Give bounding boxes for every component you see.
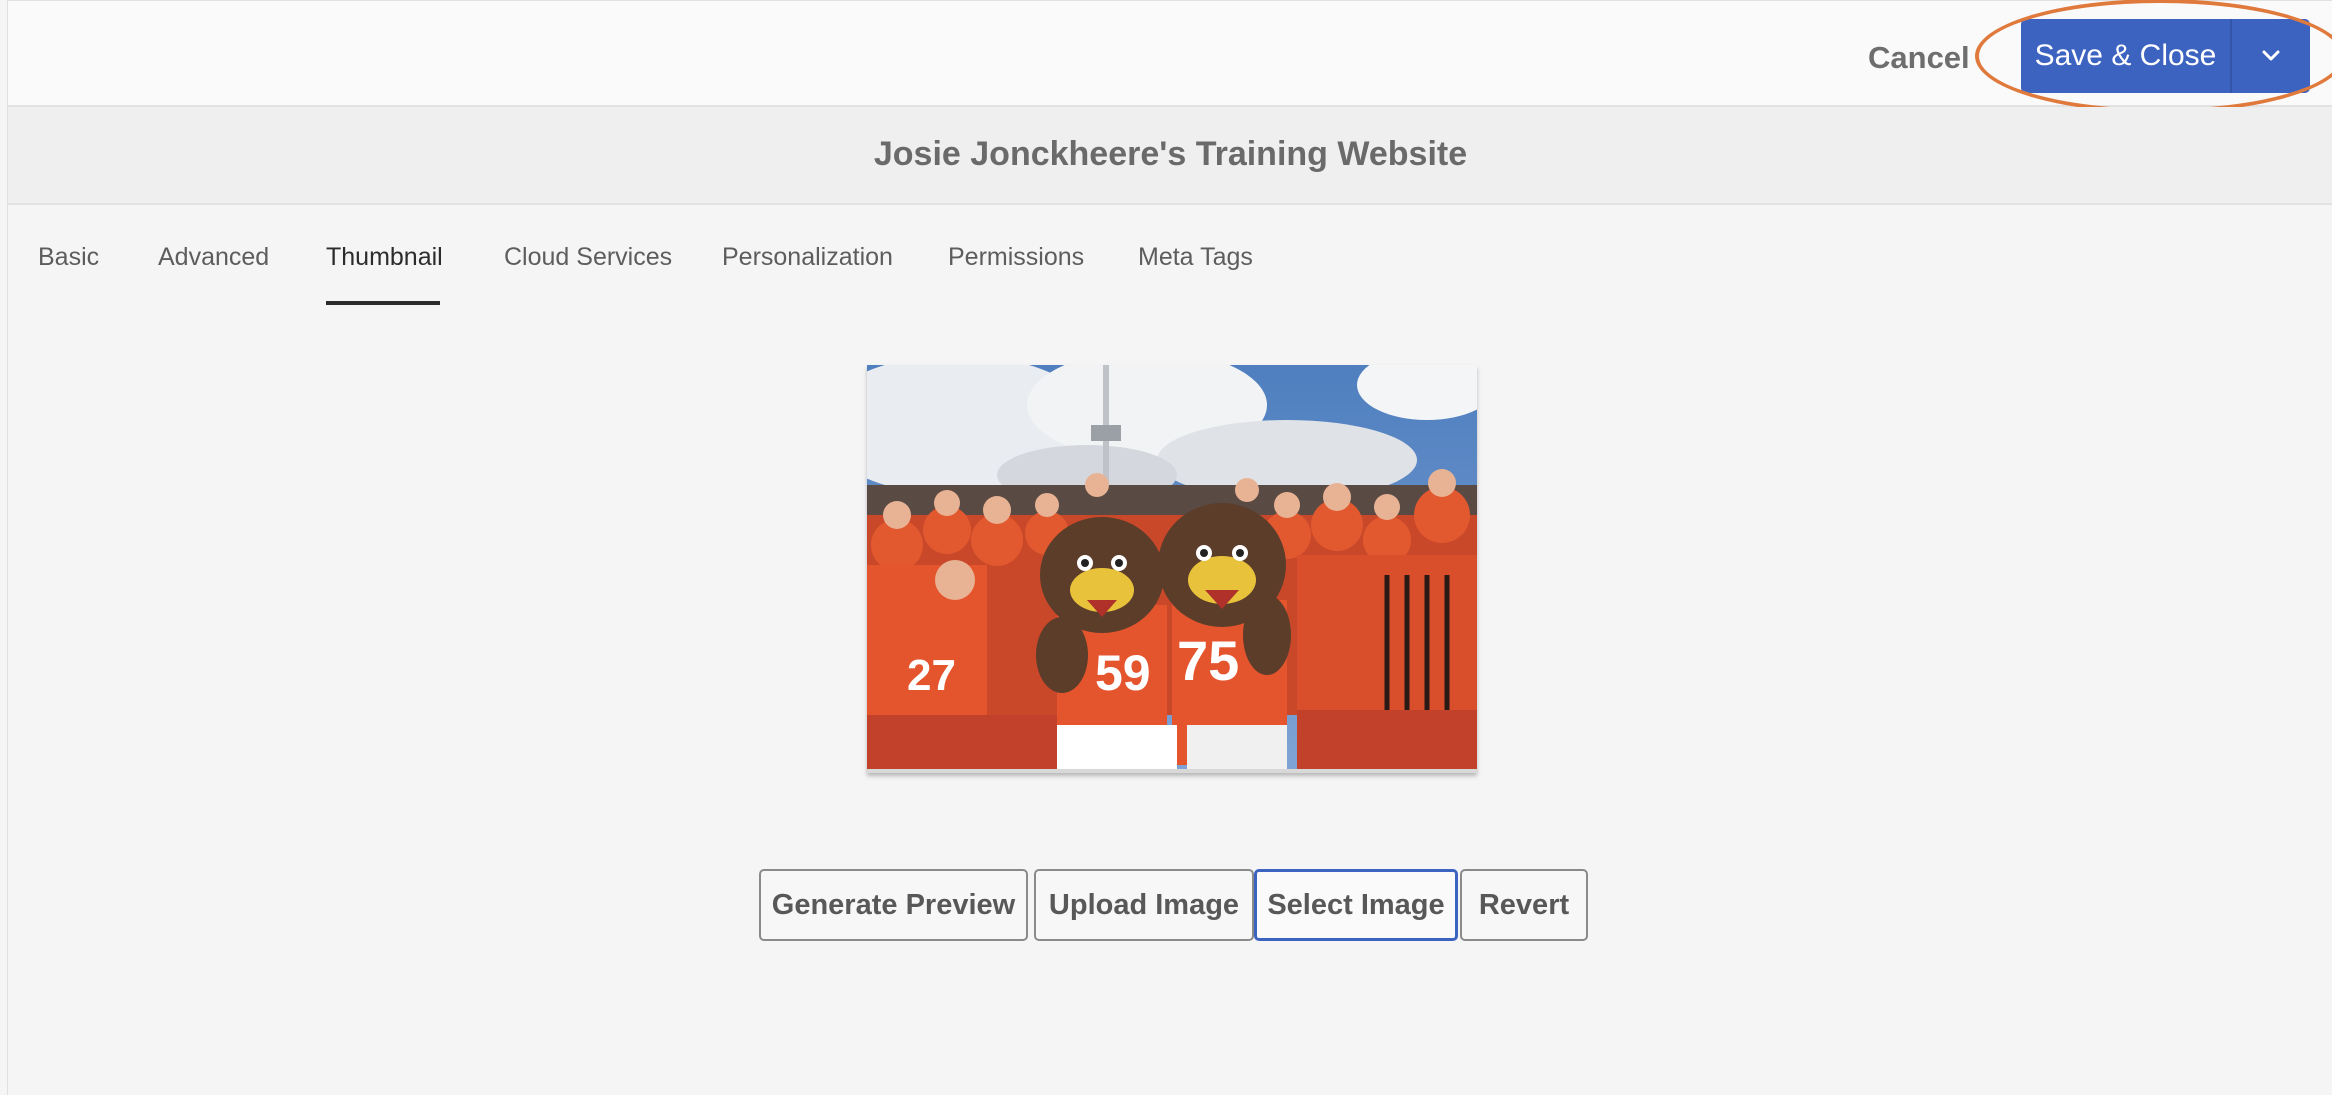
action-bar: Cancel Save & Close <box>8 0 2332 113</box>
tab-basic[interactable]: Basic <box>38 243 99 272</box>
active-tab-indicator <box>326 301 440 305</box>
revert-button[interactable]: Revert <box>1460 869 1588 941</box>
tab-meta-tags[interactable]: Meta Tags <box>1138 243 1253 272</box>
tab-advanced[interactable]: Advanced <box>158 243 269 272</box>
page-properties-dialog: Cancel Save & Close Josie Jonckheere's T… <box>7 0 2332 1095</box>
save-close-button[interactable]: Save & Close <box>2021 19 2230 93</box>
tab-list: Basic Advanced Thumbnail Cloud Services … <box>8 205 2332 305</box>
jersey-number-center: 59 <box>1095 645 1151 701</box>
page-title: Josie Jonckheere's Training Website <box>873 135 1468 173</box>
tab-permissions[interactable]: Permissions <box>948 243 1084 272</box>
title-bar: Josie Jonckheere's Training Website <box>8 107 2332 205</box>
thumbnail-image: 27 59 75 <box>867 365 1477 773</box>
save-options-dropdown[interactable] <box>2232 19 2310 93</box>
tab-personalization[interactable]: Personalization <box>722 243 893 272</box>
select-image-button[interactable]: Select Image <box>1254 869 1458 941</box>
save-button-group: Save & Close <box>2021 19 2310 93</box>
cancel-button[interactable]: Cancel <box>1868 33 1970 83</box>
tab-thumbnail[interactable]: Thumbnail <box>326 243 443 272</box>
jersey-number-right: 75 <box>1177 629 1239 692</box>
jersey-number-left: 27 <box>907 651 956 700</box>
tab-cloud-services[interactable]: Cloud Services <box>504 243 672 272</box>
chevron-down-icon <box>2262 50 2280 61</box>
upload-image-button[interactable]: Upload Image <box>1034 869 1254 941</box>
generate-preview-button[interactable]: Generate Preview <box>759 869 1028 941</box>
